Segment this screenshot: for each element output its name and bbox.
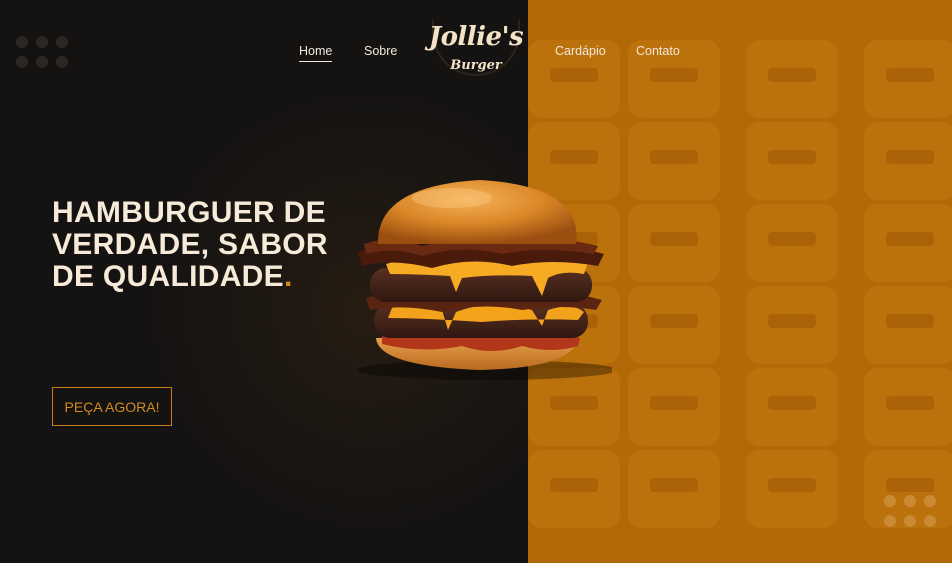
nav-link-contato[interactable]: Contato xyxy=(636,44,680,58)
logo-subtitle: Burger xyxy=(450,58,502,73)
order-now-button[interactable]: PEÇA AGORA! xyxy=(52,387,172,426)
nav-link-sobre[interactable]: Sobre xyxy=(364,44,397,58)
headline-accent-dot: . xyxy=(283,260,293,293)
logo-wordmark: Jollie's xyxy=(428,22,524,52)
burger-image xyxy=(357,180,612,380)
brand-logo[interactable]: Jollie's Burger xyxy=(426,18,526,78)
headline-line-3: DE QUALIDADE xyxy=(52,260,284,293)
headline-line-1: HAMBURGUER DE xyxy=(52,196,326,229)
headline-line-2: VERDADE, SABOR xyxy=(52,228,328,261)
dot-grid-icon xyxy=(884,495,936,527)
hero-headline: HAMBURGUER DE VERDADE, SABOR DE QUALIDAD… xyxy=(52,197,352,293)
nav-link-cardapio[interactable]: Cardápio xyxy=(555,44,606,58)
nav-link-home[interactable]: Home xyxy=(299,44,333,62)
